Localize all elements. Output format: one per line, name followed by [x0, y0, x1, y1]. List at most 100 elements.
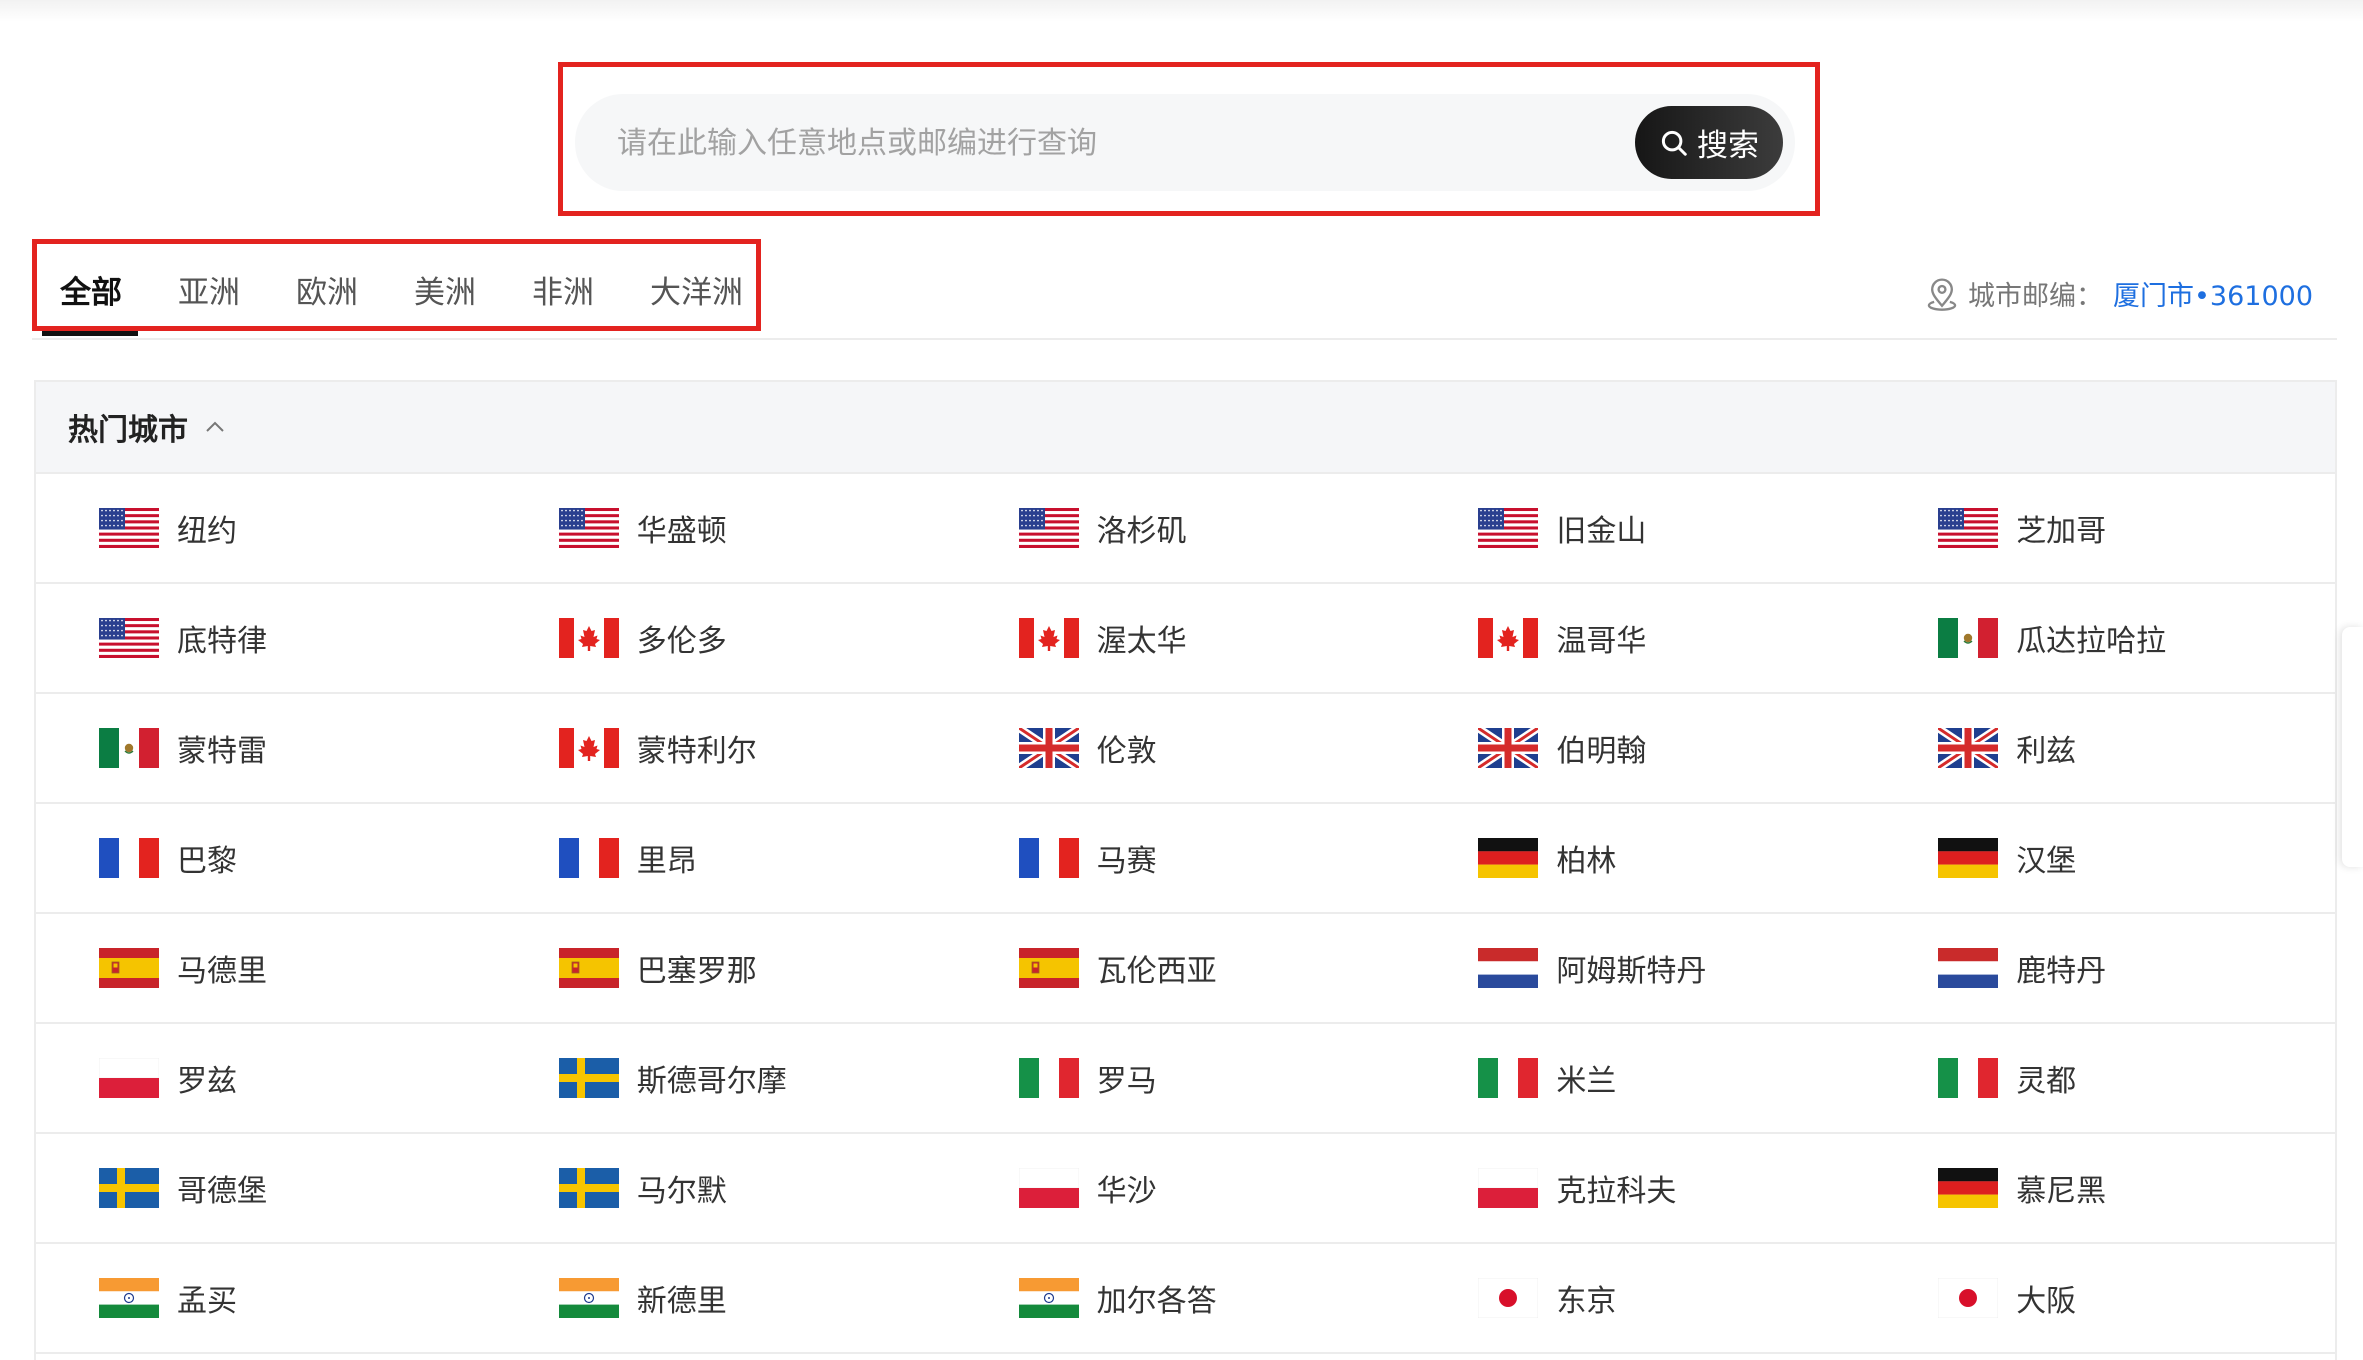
flag-usa-icon: [99, 618, 159, 658]
tab-africa[interactable]: 非洲: [532, 270, 594, 316]
city-item[interactable]: 马德里: [36, 914, 496, 1022]
tab-europe[interactable]: 欧洲: [296, 270, 358, 316]
city-row: 纽约 华盛顿 洛杉矶 旧金山 芝加哥: [36, 474, 2335, 584]
search-input[interactable]: [615, 94, 1619, 193]
flag-germany-icon: [1938, 1168, 1999, 1208]
city-item[interactable]: 米兰: [1415, 1024, 1875, 1132]
flag-uk-icon: [1018, 728, 1079, 768]
city-name: 汉堡: [2016, 844, 2077, 879]
city-item[interactable]: 纽约: [36, 474, 496, 582]
flag-india-icon: [1018, 1278, 1079, 1318]
city-item[interactable]: 洛杉矶: [956, 474, 1416, 582]
city-grid: 纽约 华盛顿 洛杉矶 旧金山 芝加哥 底特律 多伦多 渥太华 温哥华 瓜达拉哈拉 蒙特雷 …: [36, 474, 2335, 1354]
flag-spain-icon: [1018, 948, 1079, 988]
city-row: 马德里 巴塞罗那 瓦伦西亚 阿姆斯特丹 鹿特丹: [36, 914, 2335, 1024]
flag-poland-icon: [1478, 1168, 1539, 1208]
city-item[interactable]: 温哥华: [1415, 584, 1875, 692]
city-item[interactable]: 马尔默: [496, 1134, 956, 1242]
city-name: 瓦伦西亚: [1096, 954, 1217, 989]
city-name: 芝加哥: [2016, 514, 2107, 549]
city-name: 阿姆斯特丹: [1556, 954, 1707, 989]
flag-france-icon: [99, 838, 159, 878]
city-name: 华沙: [1096, 1174, 1157, 1209]
city-name: 华盛顿: [636, 514, 727, 549]
city-name: 大阪: [2016, 1284, 2077, 1319]
side-floating-tab[interactable]: [2342, 627, 2363, 867]
city-item[interactable]: 新德里: [496, 1244, 956, 1352]
flag-sweden-icon: [558, 1168, 619, 1208]
city-item[interactable]: 斯德哥尔摩: [496, 1024, 956, 1132]
city-item[interactable]: 孟买: [36, 1244, 496, 1352]
city-name: 罗兹: [177, 1064, 237, 1099]
city-item[interactable]: 罗兹: [36, 1024, 496, 1132]
city-name: 马德里: [177, 954, 267, 989]
search-button-label: 搜索: [1697, 128, 1759, 164]
flag-italy-icon: [1938, 1058, 1999, 1098]
city-item[interactable]: 哥德堡: [36, 1134, 496, 1242]
city-item[interactable]: 华盛顿: [496, 474, 956, 582]
city-item[interactable]: 汉堡: [1875, 804, 2335, 912]
city-row: 罗兹 斯德哥尔摩 罗马 米兰 灵都: [36, 1024, 2335, 1134]
city-item[interactable]: 华沙: [956, 1134, 1416, 1242]
city-name: 里昂: [636, 844, 697, 879]
flag-netherlands-icon: [1478, 948, 1539, 988]
city-item[interactable]: 利兹: [1875, 694, 2335, 802]
flag-usa-icon: [99, 508, 159, 548]
city-name: 巴黎: [177, 844, 237, 879]
tab-all[interactable]: 全部: [60, 270, 122, 316]
city-name: 洛杉矶: [1096, 514, 1187, 549]
flag-uk-icon: [1938, 728, 1999, 768]
flag-canada-icon: [1478, 618, 1539, 658]
city-item[interactable]: 灵都: [1875, 1024, 2335, 1132]
city-item[interactable]: 旧金山: [1415, 474, 1875, 582]
city-item[interactable]: 柏林: [1415, 804, 1875, 912]
city-item[interactable]: 瓜达拉哈拉: [1875, 584, 2335, 692]
city-item[interactable]: 芝加哥: [1875, 474, 2335, 582]
city-item[interactable]: 巴黎: [36, 804, 496, 912]
flag-usa-icon: [558, 508, 619, 548]
city-item[interactable]: 慕尼黑: [1875, 1134, 2335, 1242]
chevron-up-icon[interactable]: [202, 417, 228, 437]
city-item[interactable]: 多伦多: [496, 584, 956, 692]
city-name: 孟买: [177, 1284, 237, 1319]
city-item[interactable]: 大阪: [1875, 1244, 2335, 1352]
city-item[interactable]: 底特律: [36, 584, 496, 692]
city-item[interactable]: 加尔各答: [956, 1244, 1416, 1352]
city-item[interactable]: 马赛: [956, 804, 1416, 912]
city-item[interactable]: 巴塞罗那: [496, 914, 956, 1022]
city-item[interactable]: 鹿特丹: [1875, 914, 2335, 1022]
top-shadow: [0, 0, 2363, 22]
city-item[interactable]: 伯明翰: [1415, 694, 1875, 802]
city-item[interactable]: 蒙特雷: [36, 694, 496, 802]
city-name: 鹿特丹: [2016, 954, 2107, 989]
flag-canada-icon: [558, 618, 619, 658]
city-item[interactable]: 阿姆斯特丹: [1415, 914, 1875, 1022]
flag-spain-icon: [99, 948, 159, 988]
city-name: 马尔默: [636, 1174, 727, 1209]
search-button[interactable]: 搜索: [1635, 106, 1783, 179]
city-item[interactable]: 罗马: [956, 1024, 1416, 1132]
flag-mexico-icon: [1938, 618, 1999, 658]
location-value-link[interactable]: 厦门市•361000: [2113, 274, 2313, 313]
city-item[interactable]: 克拉科夫: [1415, 1134, 1875, 1242]
location-label: 城市邮编：: [1968, 281, 2103, 312]
city-name: 伦敦: [1096, 734, 1157, 769]
city-item[interactable]: 东京: [1415, 1244, 1875, 1352]
hot-cities-header[interactable]: 热门城市: [36, 382, 2335, 474]
city-name: 瓜达拉哈拉: [2016, 624, 2167, 659]
city-item[interactable]: 渥太华: [956, 584, 1416, 692]
city-name: 米兰: [1556, 1064, 1617, 1099]
tab-oceania[interactable]: 大洋洲: [650, 270, 743, 316]
flag-canada-icon: [1018, 618, 1079, 658]
flag-usa-icon: [1018, 508, 1079, 548]
flag-poland-icon: [1018, 1168, 1079, 1208]
tab-asia[interactable]: 亚洲: [178, 270, 240, 316]
flag-japan-icon: [1938, 1278, 1999, 1318]
flag-germany-icon: [1478, 838, 1539, 878]
city-item[interactable]: 伦敦: [956, 694, 1416, 802]
city-item[interactable]: 瓦伦西亚: [956, 914, 1416, 1022]
tab-americas[interactable]: 美洲: [414, 270, 476, 316]
city-item[interactable]: 里昂: [496, 804, 956, 912]
city-name: 利兹: [2016, 734, 2077, 769]
city-item[interactable]: 蒙特利尔: [496, 694, 956, 802]
